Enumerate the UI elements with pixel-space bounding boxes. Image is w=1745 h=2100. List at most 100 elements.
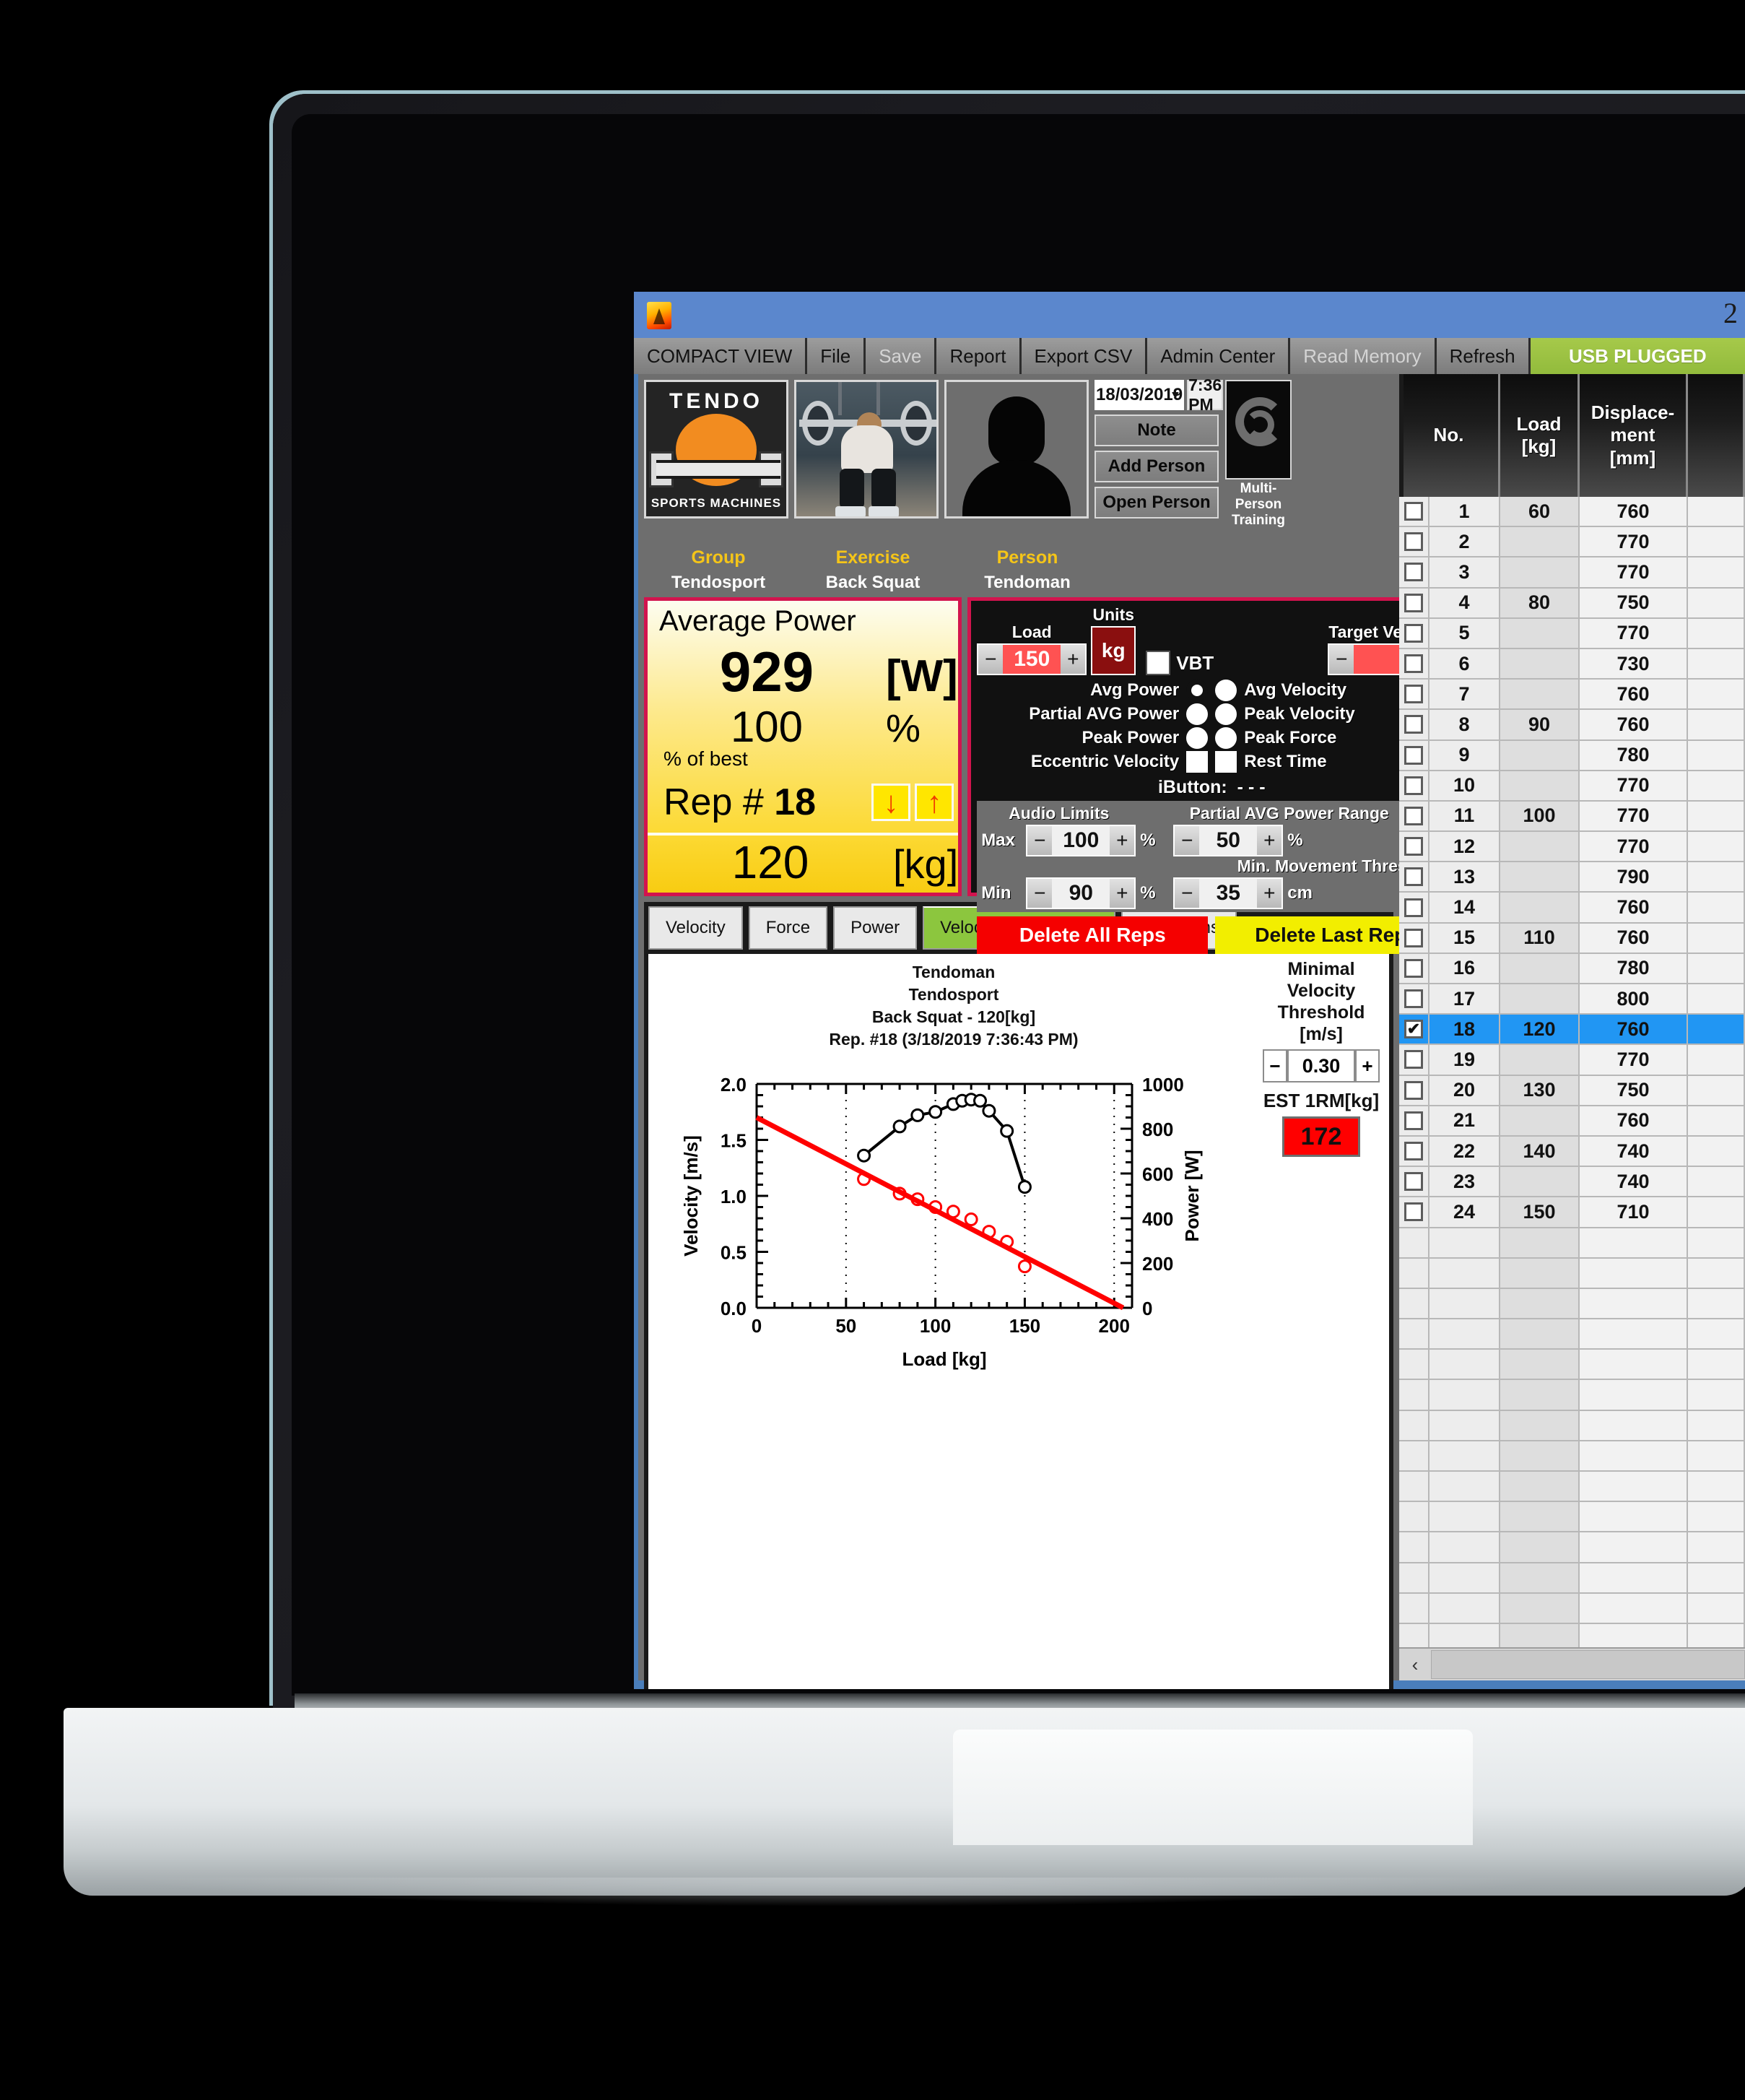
table-row[interactable]: 15 110 760 [1399,923,1745,954]
date-dropdown[interactable]: 18/03/2019 ▾ [1095,380,1185,410]
row-checkbox-cell[interactable] [1399,1410,1429,1440]
min-plus-button[interactable]: + [1110,879,1135,908]
table-row[interactable]: 9 780 [1399,740,1745,771]
checkbox-icon[interactable] [1404,776,1423,795]
checkbox-eccentric-velocity[interactable] [1186,751,1209,773]
row-checkbox-cell[interactable] [1399,740,1429,770]
scroll-left-arrow-icon[interactable]: ‹ [1399,1654,1431,1676]
checkbox-icon[interactable] [1404,563,1423,582]
movement-threshold-minus-button[interactable]: − [1175,879,1200,908]
table-row[interactable] [1399,1410,1745,1441]
checkbox-icon[interactable] [1404,1172,1423,1192]
rep-up-arrow-icon[interactable]: ↑ [915,784,954,821]
table-row[interactable] [1399,1563,1745,1594]
checkbox-icon[interactable] [1404,623,1423,643]
horizontal-scrollbar[interactable]: ‹ [1399,1647,1745,1680]
row-checkbox-cell[interactable] [1399,1472,1429,1501]
table-row[interactable]: 22 140 740 [1399,1136,1745,1168]
checkbox-checked-icon[interactable]: ✔ [1404,1020,1423,1039]
table-row[interactable]: 1 60 760 [1399,497,1745,528]
table-row[interactable]: 4 80 750 [1399,588,1745,619]
vbt-group[interactable]: VBT [1146,651,1214,675]
row-checkbox-cell[interactable] [1399,984,1429,1014]
movement-threshold-input[interactable]: 35 [1199,879,1258,908]
radio-peak-velocity[interactable] [1215,703,1237,725]
min-stepper[interactable]: − 90 + [1026,877,1136,909]
checkbox-icon[interactable] [1404,654,1423,674]
table-row[interactable]: 23 740 [1399,1167,1745,1198]
checkbox-icon[interactable] [1404,685,1423,704]
row-checkbox-cell[interactable] [1399,1532,1429,1562]
movement-threshold-stepper[interactable]: − 35 + [1173,877,1284,909]
row-checkbox-cell[interactable] [1399,1197,1429,1227]
toolbar-save[interactable]: Save [866,338,937,374]
table-row[interactable] [1399,1441,1745,1472]
toolbar-report[interactable]: Report [936,338,1022,374]
checkbox-icon[interactable] [1404,593,1423,612]
table-row[interactable]: 7 760 [1399,680,1745,711]
checkbox-icon[interactable] [1404,898,1423,917]
table-row[interactable]: 5 770 [1399,618,1745,649]
row-checkbox-cell[interactable] [1399,1106,1429,1135]
checkbox-icon[interactable] [1404,502,1423,521]
row-checkbox-cell[interactable] [1399,588,1429,617]
row-checkbox-cell[interactable] [1399,1380,1429,1410]
checkbox-icon[interactable] [1404,837,1423,856]
mvt-plus-button[interactable]: + [1355,1049,1380,1082]
max-minus-button[interactable]: − [1027,826,1053,855]
table-row[interactable]: 17 800 [1399,984,1745,1015]
row-checkbox-cell[interactable] [1399,680,1429,709]
table-row[interactable] [1399,1380,1745,1411]
toolbar-export-csv[interactable]: Export CSV [1021,338,1148,374]
checkbox-icon[interactable] [1404,745,1423,765]
radio-partial-avg-power[interactable] [1186,703,1209,725]
checkbox-icon[interactable] [1404,867,1423,887]
row-checkbox-cell[interactable] [1399,1136,1429,1166]
checkbox-icon[interactable] [1404,1202,1423,1222]
row-checkbox-cell[interactable] [1399,893,1429,922]
table-row[interactable]: 24 150 710 [1399,1197,1745,1228]
table-row[interactable]: 20 130 750 [1399,1075,1745,1106]
row-checkbox-cell[interactable] [1399,710,1429,739]
table-row[interactable] [1399,1288,1745,1320]
table-row[interactable]: 3 770 [1399,557,1745,589]
radio-avg-velocity[interactable] [1215,680,1237,701]
table-row[interactable]: 11 100 770 [1399,801,1745,833]
table-row[interactable] [1399,1228,1745,1259]
tab-force[interactable]: Force [748,906,828,950]
row-checkbox-cell[interactable] [1399,1502,1429,1532]
rep-down-arrow-icon[interactable]: ↓ [871,784,911,821]
radio-avg-power[interactable] [1186,680,1209,701]
row-checkbox-cell[interactable] [1399,923,1429,953]
radio-peak-power[interactable] [1186,727,1209,749]
toolbar-refresh[interactable]: Refresh [1436,338,1531,374]
table-row[interactable]: 14 760 [1399,893,1745,924]
table-row[interactable]: 8 90 760 [1399,710,1745,741]
table-row[interactable] [1399,1350,1745,1381]
table-row[interactable]: 10 770 [1399,771,1745,802]
table-row[interactable]: 13 790 [1399,862,1745,893]
toolbar-compact-view[interactable]: COMPACT VIEW [634,338,808,374]
group-cell[interactable]: TENDO SPORTS MACHINES [644,380,788,547]
row-checkbox-cell[interactable] [1399,527,1429,557]
row-checkbox-cell[interactable] [1399,1228,1429,1257]
load-plus-button[interactable]: + [1061,645,1086,674]
target-velocity-minus-button[interactable]: − [1329,645,1354,674]
multi-person-training[interactable]: Multi-Person Training [1224,380,1292,547]
table-row[interactable]: 2 770 [1399,527,1745,558]
row-checkbox-cell[interactable] [1399,648,1429,679]
checkbox-rest-time[interactable] [1215,751,1237,773]
tab-power[interactable]: Power [833,906,918,950]
table-row[interactable] [1399,1593,1745,1624]
max-stepper[interactable]: − 100 + [1026,825,1136,856]
row-checkbox-cell[interactable] [1399,1441,1429,1470]
movement-threshold-plus-button[interactable]: + [1257,879,1282,908]
partial-range-plus-button[interactable]: + [1257,826,1282,855]
table-row[interactable] [1399,1319,1745,1350]
row-checkbox-cell[interactable] [1399,497,1429,526]
partial-range-input[interactable]: 50 [1199,826,1258,855]
checkbox-icon[interactable] [1404,928,1423,947]
person-cell[interactable] [944,380,1089,547]
note-button[interactable]: Note [1095,415,1219,446]
toolbar-file[interactable]: File [807,338,866,374]
